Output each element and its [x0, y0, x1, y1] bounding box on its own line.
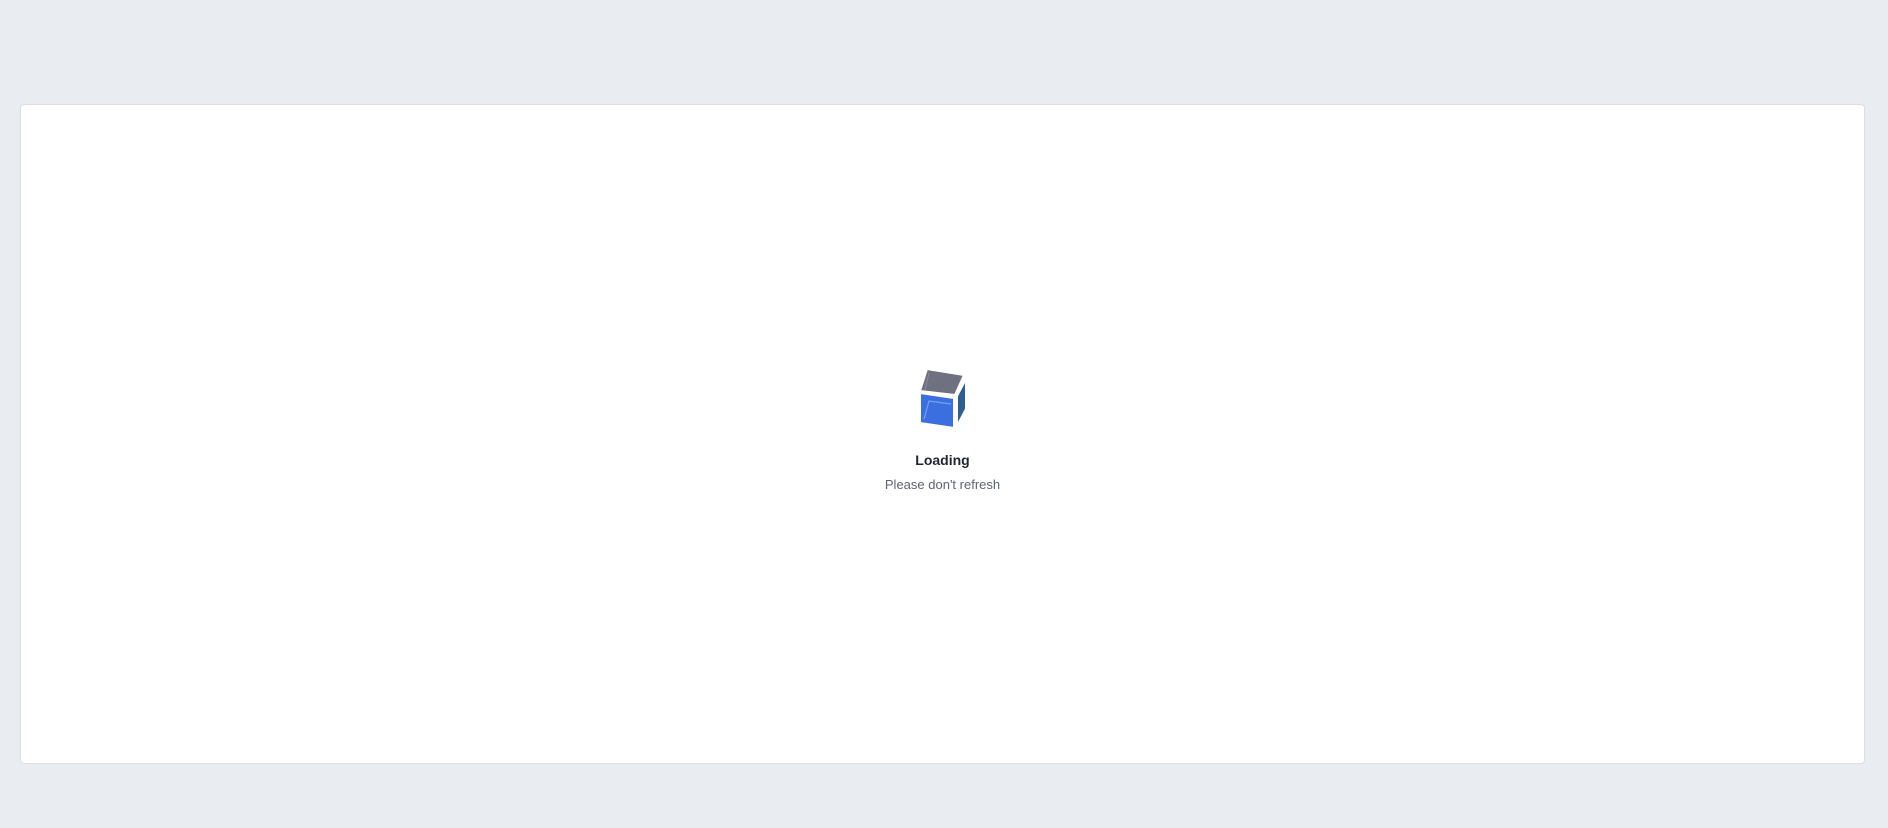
cube-icon [917, 367, 969, 429]
loading-panel: Loading Please don't refresh [20, 104, 1865, 764]
loading-subtitle: Please don't refresh [884, 477, 1001, 492]
loading-title: Loading [915, 452, 970, 468]
loading-indicator: Loading Please don't refresh [21, 367, 1864, 493]
